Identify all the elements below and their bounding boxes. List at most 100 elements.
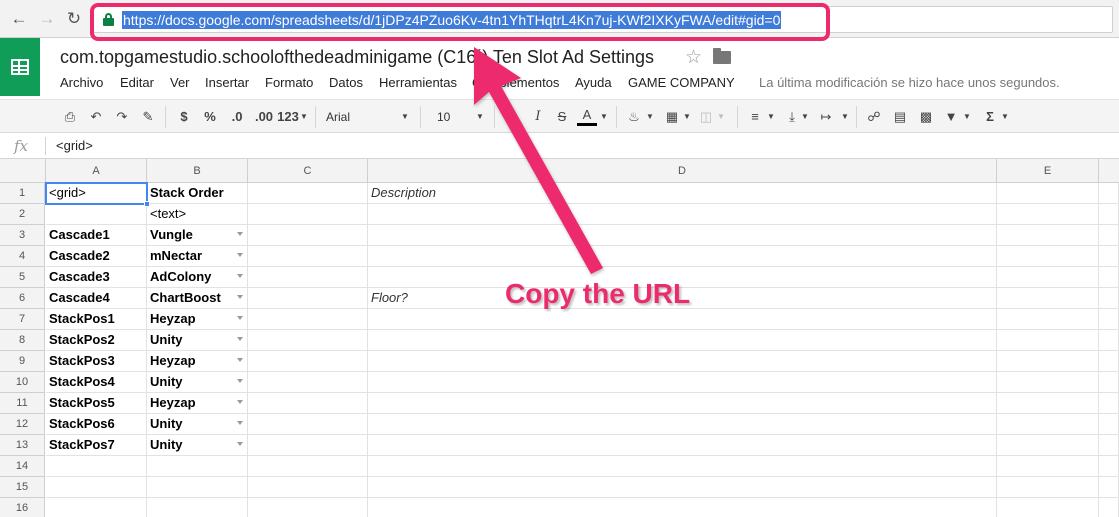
filter-icon[interactable]: ▼ — [941, 107, 961, 127]
cell-a[interactable] — [46, 498, 147, 517]
cell-c[interactable] — [248, 309, 368, 330]
vertical-align-icon[interactable]: ⤓ — [782, 107, 802, 127]
cell-b[interactable]: Unity — [147, 330, 248, 351]
cell-a[interactable] — [46, 456, 147, 477]
cell-e[interactable] — [997, 456, 1099, 477]
menu-formato[interactable]: Formato — [265, 75, 313, 90]
row-header[interactable]: 4 — [0, 246, 45, 267]
cell-d[interactable] — [368, 435, 997, 456]
menu-ver[interactable]: Ver — [170, 75, 190, 90]
select-all-corner[interactable] — [0, 159, 46, 183]
chevron-down-icon[interactable]: ▼ — [716, 107, 726, 127]
cell-a[interactable]: StackPos1 — [46, 309, 147, 330]
print-icon[interactable]: ⎙ — [60, 107, 80, 127]
dropdown-arrow-icon[interactable] — [237, 337, 243, 341]
row-header[interactable]: 1 — [0, 183, 45, 204]
insert-chart-icon[interactable]: ▩ — [916, 107, 936, 127]
chevron-down-icon[interactable]: ▼ — [800, 107, 810, 127]
column-header-d[interactable]: D — [368, 159, 997, 183]
cell-filler[interactable] — [1099, 393, 1119, 414]
cell-c[interactable] — [248, 246, 368, 267]
cell-c[interactable] — [248, 288, 368, 309]
menu-herramientas[interactable]: Herramientas — [379, 75, 457, 90]
cell-filler[interactable] — [1099, 498, 1119, 517]
cell-d[interactable] — [368, 309, 997, 330]
bold-button[interactable]: B — [503, 107, 521, 127]
cell-a[interactable]: StackPos7 — [46, 435, 147, 456]
cell-e[interactable] — [997, 477, 1099, 498]
cell-a[interactable]: Cascade2 — [46, 246, 147, 267]
dropdown-arrow-icon[interactable] — [237, 232, 243, 236]
cell-e[interactable] — [997, 246, 1099, 267]
cell-c[interactable] — [248, 204, 368, 225]
cell-c[interactable] — [248, 351, 368, 372]
cell-b[interactable]: Vungle — [147, 225, 248, 246]
row-header[interactable]: 2 — [0, 204, 45, 225]
borders-icon[interactable]: ▦ — [662, 107, 682, 127]
strikethrough-button[interactable]: S — [553, 107, 571, 127]
chevron-down-icon[interactable]: ▼ — [645, 107, 655, 127]
cell-c[interactable] — [248, 330, 368, 351]
cell-filler[interactable] — [1099, 435, 1119, 456]
cell-e[interactable] — [997, 309, 1099, 330]
row-header[interactable]: 10 — [0, 372, 45, 393]
font-size-select[interactable]: 10 — [437, 107, 450, 127]
cell-filler[interactable] — [1099, 351, 1119, 372]
cell-d[interactable] — [368, 225, 997, 246]
cell-b[interactable]: AdColony — [147, 267, 248, 288]
cell-d[interactable]: Description — [368, 183, 997, 204]
menu-ayuda[interactable]: Ayuda — [575, 75, 612, 90]
cell-d[interactable] — [368, 246, 997, 267]
cell-b[interactable]: Unity — [147, 414, 248, 435]
decrease-decimal-button[interactable]: .0 — [226, 107, 248, 127]
cell-b[interactable]: Unity — [147, 372, 248, 393]
cell-c[interactable] — [248, 267, 368, 288]
cell-b[interactable] — [147, 477, 248, 498]
cell-filler[interactable] — [1099, 288, 1119, 309]
menu-datos[interactable]: Datos — [329, 75, 363, 90]
cell-filler[interactable] — [1099, 183, 1119, 204]
cell-a[interactable]: Cascade3 — [46, 267, 147, 288]
cell-e[interactable] — [997, 435, 1099, 456]
cell-b[interactable]: Heyzap — [147, 351, 248, 372]
cell-filler[interactable] — [1099, 372, 1119, 393]
cell-e[interactable] — [997, 330, 1099, 351]
cell-c[interactable] — [248, 414, 368, 435]
row-header[interactable]: 9 — [0, 351, 45, 372]
cell-filler[interactable] — [1099, 246, 1119, 267]
cell-a[interactable]: StackPos3 — [46, 351, 147, 372]
forward-arrow-icon[interactable]: → — [36, 8, 58, 30]
cell-d[interactable] — [368, 351, 997, 372]
row-header[interactable]: 6 — [0, 288, 45, 309]
row-header[interactable]: 5 — [0, 267, 45, 288]
cell-a[interactable]: StackPos6 — [46, 414, 147, 435]
cell-b[interactable]: <text> — [147, 204, 248, 225]
cell-c[interactable] — [248, 372, 368, 393]
cell-b[interactable]: mNectar — [147, 246, 248, 267]
column-header-e[interactable]: E — [997, 159, 1099, 183]
column-header-b[interactable]: B — [147, 159, 248, 183]
cell-e[interactable] — [997, 225, 1099, 246]
column-header-a[interactable]: A — [46, 159, 147, 183]
increase-decimal-button[interactable]: .00 — [252, 107, 276, 127]
cell-filler[interactable] — [1099, 267, 1119, 288]
formula-input[interactable]: <grid> — [56, 138, 93, 153]
undo-icon[interactable]: ↶ — [86, 107, 106, 127]
back-arrow-icon[interactable]: ← — [8, 8, 30, 30]
italic-button[interactable]: I — [529, 107, 547, 127]
cell-e[interactable] — [997, 351, 1099, 372]
cell-d[interactable] — [368, 393, 997, 414]
menu-game-company[interactable]: GAME COMPANY — [628, 75, 735, 90]
cell-b[interactable]: Unity — [147, 435, 248, 456]
text-color-button[interactable]: A — [577, 107, 597, 126]
row-header[interactable]: 8 — [0, 330, 45, 351]
currency-format-button[interactable]: $ — [176, 107, 192, 127]
cell-e[interactable] — [997, 183, 1099, 204]
row-header[interactable]: 7 — [0, 309, 45, 330]
insert-comment-icon[interactable]: ▤ — [890, 107, 910, 127]
cell-b[interactable] — [147, 498, 248, 517]
cell-d[interactable] — [368, 414, 997, 435]
cell-filler[interactable] — [1099, 477, 1119, 498]
cell-filler[interactable] — [1099, 309, 1119, 330]
cell-e[interactable] — [997, 372, 1099, 393]
